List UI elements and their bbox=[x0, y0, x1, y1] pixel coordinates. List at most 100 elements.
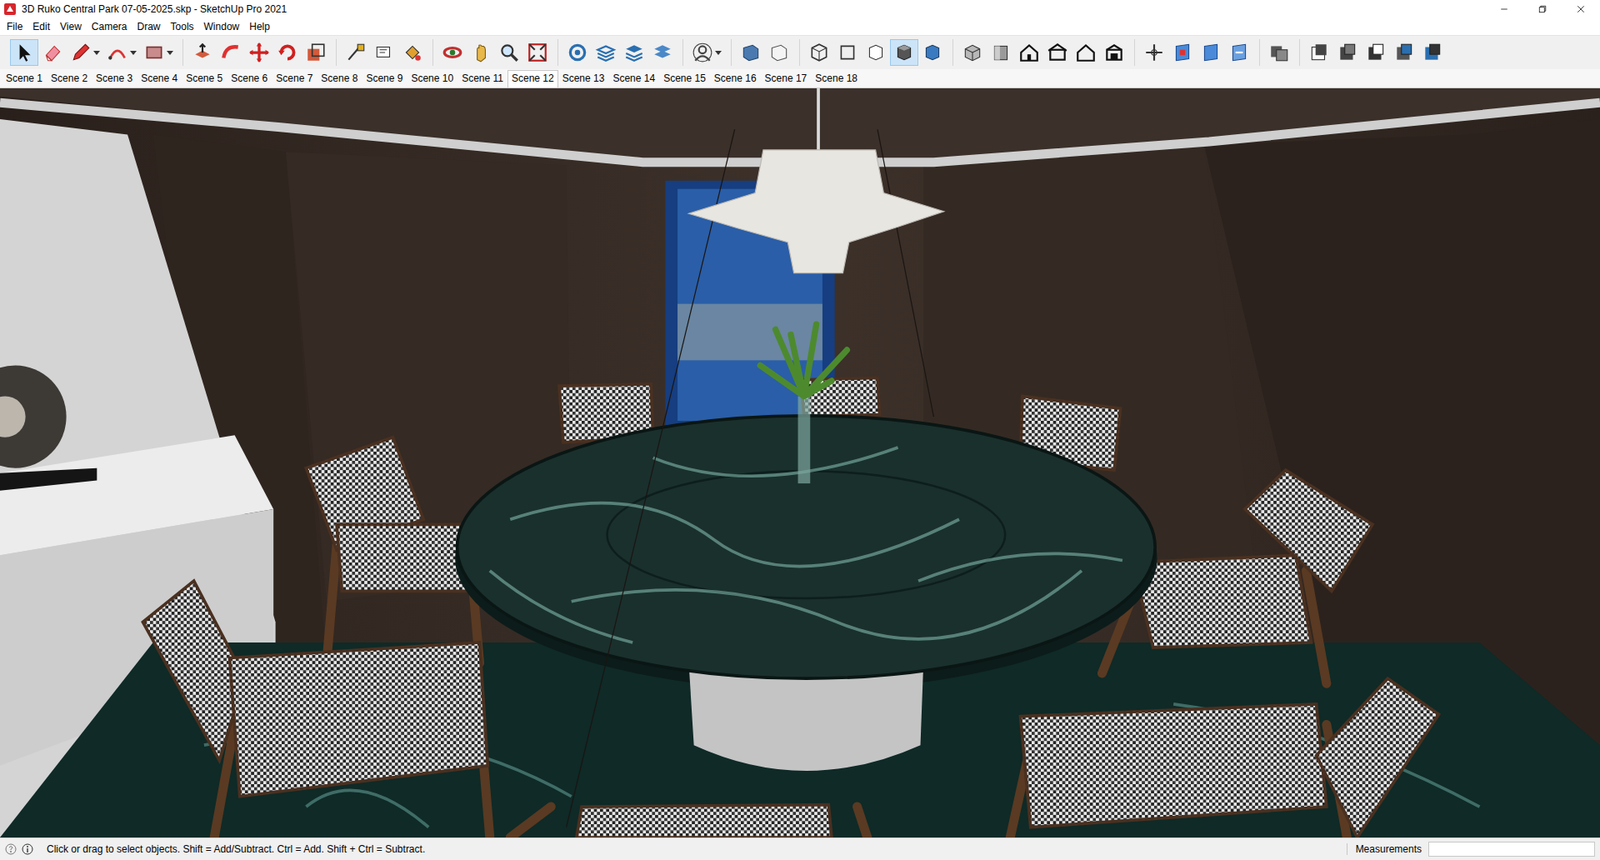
scene-tab[interactable]: Scene 8 bbox=[316, 70, 362, 87]
menu-item[interactable]: Draw bbox=[132, 19, 166, 35]
dropdown-arrow-icon[interactable] bbox=[166, 50, 174, 55]
tool-button[interactable] bbox=[370, 39, 399, 66]
model-viewport[interactable] bbox=[0, 88, 1600, 838]
dropdown-arrow-icon[interactable] bbox=[715, 50, 722, 55]
tool-button[interactable] bbox=[1265, 39, 1294, 66]
menu-item[interactable]: View bbox=[55, 19, 87, 35]
scene-tab[interactable]: Scene 15 bbox=[659, 70, 710, 87]
warehouse-icon bbox=[566, 41, 589, 64]
scene-tab[interactable]: Scene 9 bbox=[361, 70, 407, 87]
tool-button[interactable] bbox=[103, 39, 140, 66]
section-fill-icon bbox=[1228, 41, 1250, 64]
tool-button[interactable] bbox=[466, 39, 495, 66]
minimize-button[interactable] bbox=[1485, 0, 1524, 19]
menu-item[interactable]: Help bbox=[244, 19, 275, 35]
menu-item[interactable]: Tools bbox=[165, 19, 200, 35]
tool-button[interactable] bbox=[301, 39, 330, 66]
component-icon bbox=[1268, 41, 1290, 64]
profile-icon bbox=[691, 41, 714, 64]
tool-button[interactable] bbox=[216, 39, 245, 66]
tool-button[interactable] bbox=[918, 39, 947, 66]
scene-tab[interactable]: Scene 11 bbox=[457, 70, 508, 87]
menu-item[interactable]: Camera bbox=[86, 19, 133, 35]
dropdown-arrow-icon[interactable] bbox=[130, 50, 137, 55]
tool-button[interactable] bbox=[805, 39, 834, 66]
tool-button[interactable] bbox=[1418, 39, 1447, 66]
restore-icon bbox=[1537, 4, 1548, 15]
scene-tab[interactable]: Scene 5 bbox=[181, 70, 227, 87]
scene-tab[interactable]: Scene 10 bbox=[406, 70, 458, 87]
sketchup-logo-icon bbox=[3, 2, 17, 16]
tool-button[interactable] bbox=[1390, 39, 1419, 66]
scene-tab[interactable]: Scene 6 bbox=[226, 70, 272, 87]
tool-button[interactable] bbox=[861, 39, 890, 66]
menu-item[interactable]: Edit bbox=[27, 19, 55, 35]
tool-button[interactable] bbox=[341, 39, 370, 66]
menu-item[interactable]: File bbox=[1, 19, 28, 35]
rectangle-icon bbox=[143, 41, 165, 64]
tool-button[interactable] bbox=[140, 39, 177, 66]
measurements-field[interactable] bbox=[1428, 841, 1595, 857]
tool-button[interactable] bbox=[273, 39, 302, 66]
tool-button[interactable] bbox=[10, 39, 39, 66]
scene-tab[interactable]: Scene 7 bbox=[271, 70, 317, 87]
scene-tab[interactable]: Scene 4 bbox=[136, 70, 182, 87]
solid-outer-icon bbox=[1308, 41, 1330, 64]
scene-tab[interactable]: Scene 12 bbox=[507, 70, 559, 88]
tool-button[interactable] bbox=[66, 39, 104, 66]
tool-button[interactable] bbox=[688, 39, 725, 66]
tool-button[interactable] bbox=[1361, 39, 1390, 66]
tool-button[interactable] bbox=[1333, 39, 1362, 66]
tool-button[interactable] bbox=[1015, 39, 1044, 66]
tool-button[interactable] bbox=[1196, 39, 1225, 66]
tool-button[interactable] bbox=[245, 39, 274, 66]
pencil-icon bbox=[70, 41, 92, 64]
toolbar-group bbox=[5, 39, 180, 66]
tool-button[interactable] bbox=[620, 39, 649, 66]
scene-tab[interactable]: Scene 3 bbox=[91, 70, 137, 87]
tool-button[interactable] bbox=[765, 39, 794, 66]
tool-button[interactable] bbox=[188, 39, 217, 66]
tool-button[interactable] bbox=[986, 39, 1015, 66]
rotate-icon bbox=[276, 41, 299, 64]
tool-button[interactable] bbox=[438, 39, 467, 66]
scene-tab[interactable]: Scene 17 bbox=[760, 70, 812, 87]
eraser-icon bbox=[41, 41, 64, 64]
tool-button[interactable] bbox=[1225, 39, 1254, 66]
dropdown-arrow-icon[interactable] bbox=[93, 50, 100, 55]
tool-button[interactable] bbox=[38, 39, 67, 66]
solid-union-icon bbox=[1365, 41, 1387, 64]
tool-button[interactable] bbox=[398, 39, 427, 66]
tool-button[interactable] bbox=[1305, 39, 1334, 66]
info-icon bbox=[21, 843, 34, 855]
tool-button[interactable] bbox=[736, 39, 765, 66]
restore-button[interactable] bbox=[1523, 0, 1562, 19]
scene-tab[interactable]: Scene 1 bbox=[1, 70, 47, 87]
tool-button[interactable] bbox=[591, 39, 620, 66]
toolbar-group bbox=[1299, 39, 1450, 66]
close-button[interactable] bbox=[1561, 0, 1600, 19]
tool-button[interactable] bbox=[1140, 39, 1169, 66]
tool-button[interactable] bbox=[523, 39, 552, 66]
tool-button[interactable] bbox=[1043, 39, 1072, 66]
tool-button[interactable] bbox=[495, 39, 524, 66]
tool-button[interactable] bbox=[1071, 39, 1100, 66]
right-view-icon bbox=[1046, 41, 1069, 64]
section-plane-icon bbox=[1171, 41, 1194, 64]
tool-button[interactable] bbox=[648, 39, 677, 66]
toolbar-group bbox=[799, 39, 950, 66]
scene-tab[interactable]: Scene 14 bbox=[608, 70, 660, 87]
tool-button[interactable] bbox=[890, 39, 919, 66]
menu-item[interactable]: Window bbox=[199, 19, 245, 35]
scene-tab[interactable]: Scene 2 bbox=[46, 70, 92, 87]
tool-button[interactable] bbox=[958, 39, 987, 66]
top-view-icon bbox=[990, 41, 1012, 64]
scene-tab[interactable]: Scene 18 bbox=[810, 70, 862, 87]
tool-button[interactable] bbox=[1168, 39, 1197, 66]
tool-button[interactable] bbox=[833, 39, 862, 66]
scene-tab[interactable]: Scene 16 bbox=[710, 70, 761, 87]
back-face-icon bbox=[768, 41, 790, 64]
scene-tab[interactable]: Scene 13 bbox=[558, 70, 610, 87]
tool-button[interactable] bbox=[1100, 39, 1129, 66]
tool-button[interactable] bbox=[563, 39, 592, 66]
